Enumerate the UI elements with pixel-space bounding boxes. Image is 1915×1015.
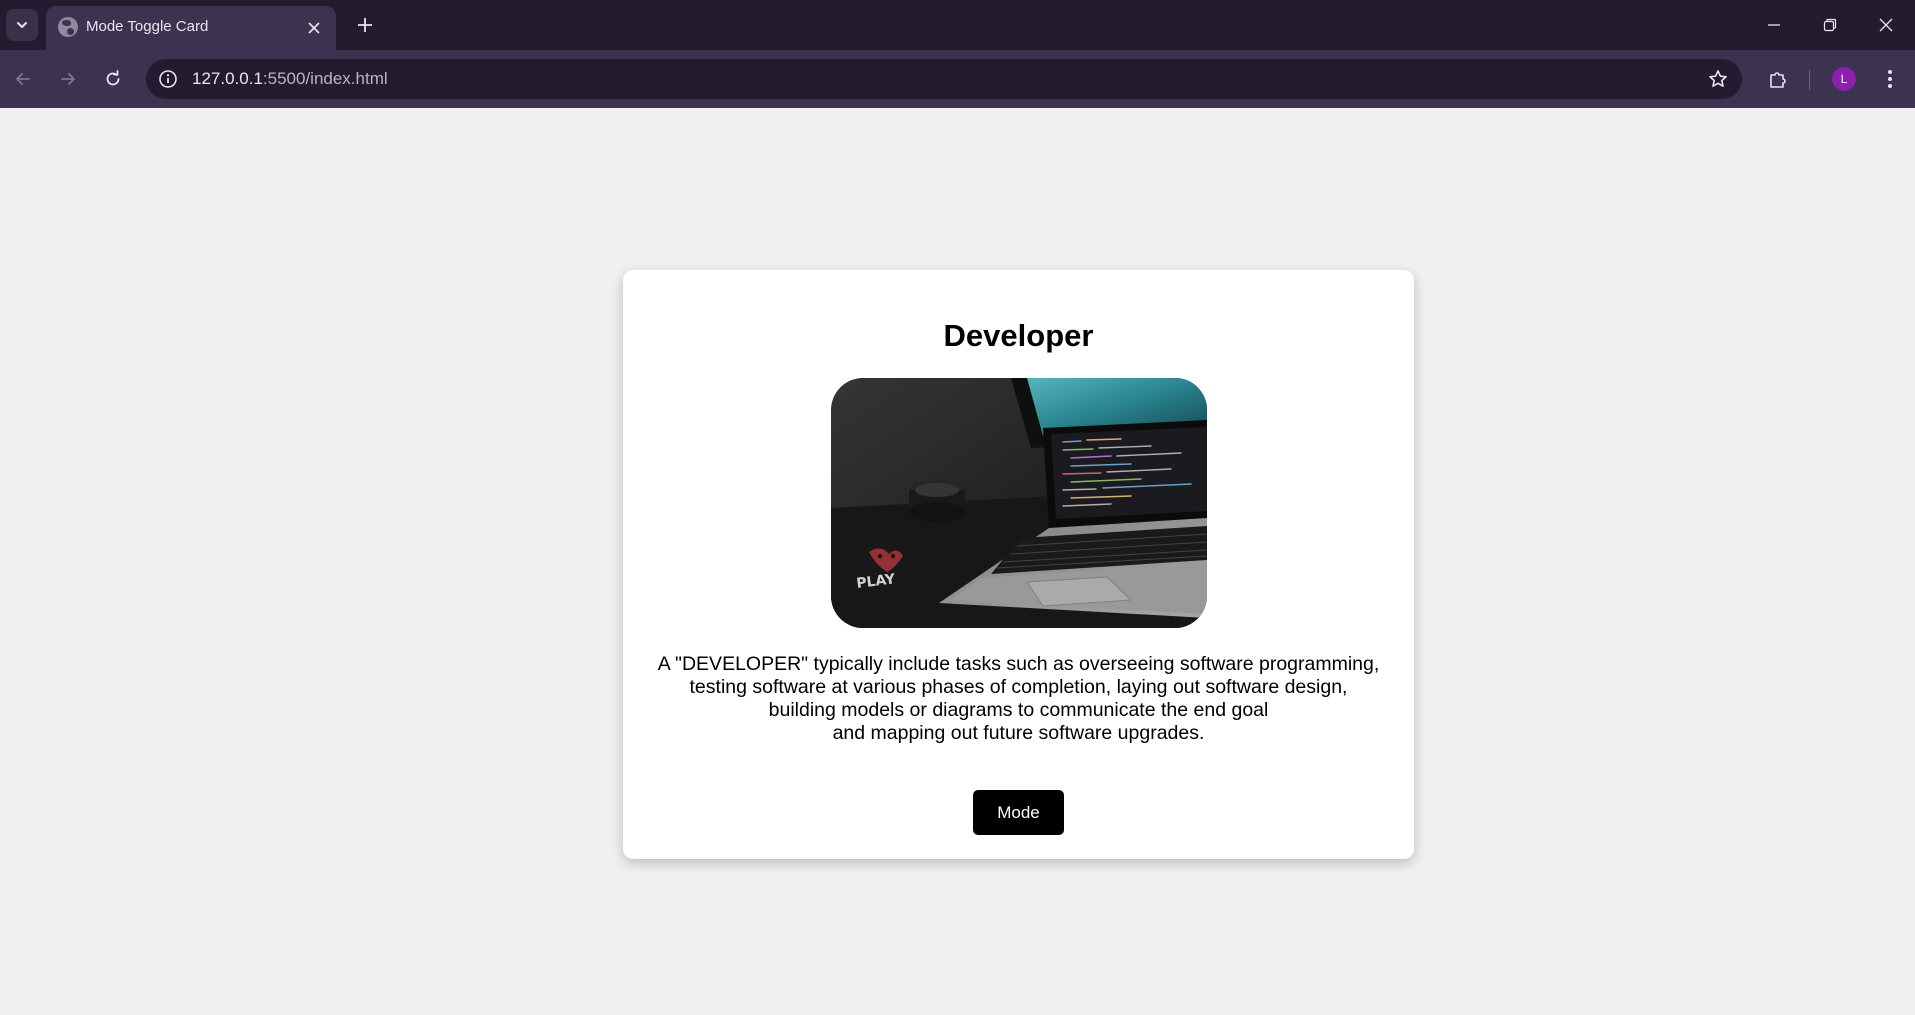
url-text: 127.0.0.1:5500/index.html: [192, 69, 388, 89]
reload-button[interactable]: [95, 61, 131, 97]
profile-avatar[interactable]: L: [1832, 67, 1856, 91]
close-window-button[interactable]: [1858, 0, 1914, 50]
developer-card: Developer PLAY A "DEVELOPER" typically i…: [623, 270, 1414, 859]
close-icon: [1879, 18, 1893, 32]
globe-icon: [58, 17, 78, 37]
description-line: and mapping out future software upgrades…: [832, 722, 1205, 744]
star-icon: [1709, 70, 1727, 87]
reload-icon: [106, 70, 120, 86]
browser-toolbar: 127.0.0.1:5500/index.html L: [0, 50, 1915, 108]
back-button[interactable]: [5, 61, 41, 97]
toolbar-divider: [1809, 70, 1810, 90]
card-description: A "DEVELOPER" typically include tasks su…: [623, 653, 1414, 745]
close-icon: [308, 22, 320, 34]
arrow-left-icon: [16, 73, 30, 85]
forward-button[interactable]: [50, 61, 86, 97]
card-title: Developer: [943, 318, 1094, 353]
restore-window-button[interactable]: [1802, 0, 1858, 50]
plus-icon: [358, 18, 372, 32]
minimize-icon: [1768, 24, 1780, 26]
minimize-window-button[interactable]: [1746, 0, 1802, 50]
browser-tab-bar: Mode Toggle Card: [0, 0, 1915, 50]
tab-search-button[interactable]: [6, 9, 38, 41]
tab-title: Mode Toggle Card: [86, 18, 209, 35]
extensions-button[interactable]: [1760, 61, 1796, 97]
chevron-down-icon: [17, 22, 27, 28]
description-line: testing software at various phases of co…: [689, 676, 1348, 698]
address-bar[interactable]: 127.0.0.1:5500/index.html: [146, 59, 1742, 99]
browser-menu-button[interactable]: [1872, 61, 1908, 97]
browser-tab-active[interactable]: Mode Toggle Card: [46, 6, 336, 50]
tab-close-button[interactable]: [302, 16, 326, 40]
arrow-right-icon: [61, 73, 75, 85]
url-host: 127.0.0.1: [192, 69, 263, 88]
description-line: building models or diagrams to communica…: [768, 699, 1269, 721]
restore-icon: [1823, 18, 1837, 32]
info-icon: [159, 70, 177, 88]
new-tab-button[interactable]: [349, 9, 381, 41]
laptop-desk-photo: PLAY: [831, 378, 1207, 628]
bookmark-button[interactable]: [1704, 65, 1732, 93]
site-info-button[interactable]: [154, 65, 182, 93]
page-viewport: Developer PLAY A "DEVELOPER" typically i…: [0, 108, 1915, 1015]
description-line: A "DEVELOPER" typically include tasks su…: [657, 653, 1380, 675]
url-path: :5500/index.html: [262, 69, 388, 88]
more-vertical-icon: [1888, 70, 1892, 88]
mode-toggle-button[interactable]: Mode: [973, 790, 1064, 835]
developer-image: PLAY: [831, 378, 1207, 628]
puzzle-icon: [1770, 72, 1786, 88]
